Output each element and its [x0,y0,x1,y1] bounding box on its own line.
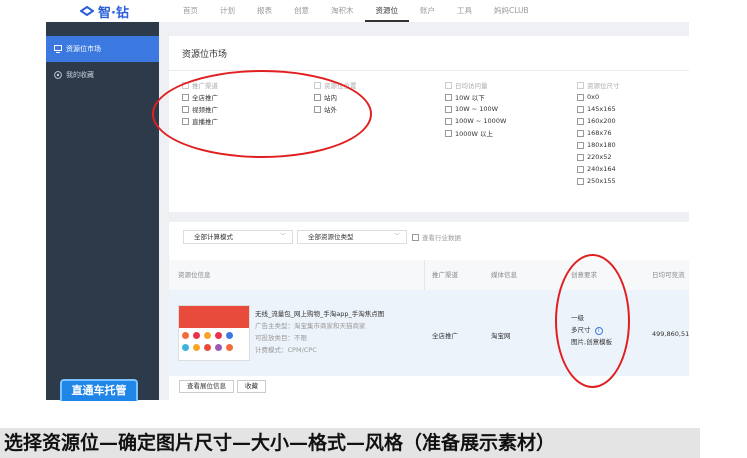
checkbox[interactable] [445,93,452,101]
nav-tools[interactable]: 工具 [446,0,483,22]
cell-channel: 全店推广 [432,332,458,340]
cell-media: 淘宝网 [491,332,511,340]
nav-creative[interactable]: 创意 [283,0,320,22]
checkbox[interactable] [445,105,452,113]
row-actions: 查看展位信息 收藏 [179,380,266,393]
filter-option[interactable]: 250x155 [577,175,620,187]
checkbox[interactable] [445,117,452,125]
top-navigation: 智·钻 首页 计划 报表 创意 淘积木 资源位 账户 工具 妈妈CLUB [0,0,747,22]
nav-home[interactable]: 首页 [172,0,209,22]
checkbox[interactable] [577,117,584,125]
checkbox[interactable] [412,233,419,241]
resource-title[interactable]: 无线_流量包_网上购物_手淘app_手淘焦点图 [255,308,384,320]
monitor-icon [54,45,62,53]
category: 可投放类目：不限 [255,334,307,342]
billing-mode: 计费模式：CPM/CPC [255,346,317,354]
filter-option[interactable]: 0x0 [577,91,620,103]
checkbox[interactable] [577,129,584,137]
sidebar: 资源位市场 我的收藏 直通车托管 [46,22,159,401]
logo[interactable]: 智·钻 [80,2,129,21]
checkbox[interactable] [445,81,452,89]
sidebar-item-label: 我的收藏 [66,71,94,79]
chevron-down-icon: ﹀ [393,233,400,240]
calc-mode-select[interactable]: 全部计算模式 ﹀ [183,230,293,244]
filter-option[interactable]: 1000W 以上 [445,127,506,139]
filter-option[interactable]: 220x52 [577,151,620,163]
cell-traffic: 499,860,51 [652,330,690,338]
col-channel: 推广渠道 [432,271,458,279]
checkbox[interactable] [577,177,584,185]
resource-info: 无线_流量包_网上购物_手淘app_手淘焦点图 广告主类型：淘宝集市商家和天猫商… [255,308,384,356]
filter-option[interactable]: 10W 以下 [445,91,506,103]
star-icon [54,71,62,79]
nav-taojimu[interactable]: 淘积木 [320,0,365,22]
checkbox[interactable] [577,153,584,161]
logo-icon [80,6,94,16]
filter-option[interactable]: 160x200 [577,115,620,127]
caption: 选择资源位—确定图片尺寸—大小—格式—风格（准备展示素材） [0,428,700,458]
checkbox[interactable] [577,81,584,89]
resource-type-select[interactable]: 全部资源位类型 ﹀ [297,230,407,244]
checkbox[interactable] [577,105,584,113]
chevron-down-icon: ﹀ [279,233,286,240]
checkbox[interactable] [577,141,584,149]
filter-option[interactable]: 240x164 [577,163,620,175]
nav-plan[interactable]: 计划 [209,0,246,22]
annotation-ellipse [152,70,372,158]
checkbox[interactable] [577,93,584,101]
checkbox[interactable] [577,165,584,173]
industry-data-toggle[interactable]: 查看行业数据 [412,232,461,242]
favorite-button[interactable]: 收藏 [237,380,266,393]
checkbox[interactable] [445,129,452,137]
filter-option[interactable]: 145x165 [577,103,620,115]
nav-tabs: 首页 计划 报表 创意 淘积木 资源位 账户 工具 妈妈CLUB [172,0,540,22]
advertiser-type: 广告主类型：淘宝集市商家和天猫商家 [255,322,366,330]
filter-visits: 日均访问量 10W 以下 10W ~ 100W 100W ~ 1000W 100… [445,79,506,139]
sidebar-item-resource-market[interactable]: 资源位市场 [46,36,159,62]
col-media: 媒体信息 [491,271,517,279]
filter-option[interactable]: 180x180 [577,139,620,151]
logo-text: 智·钻 [98,5,129,21]
sidebar-item-label: 资源位市场 [66,45,101,53]
col-traffic: 日均可竞流 [652,271,685,279]
filter-size: 资源位尺寸 0x0 145x165 160x200 168x76 180x180… [577,79,620,187]
nav-resource[interactable]: 资源位 [364,0,409,22]
filter-option[interactable]: 10W ~ 100W [445,103,506,115]
filter-option[interactable]: 168x76 [577,127,620,139]
nav-mama-club[interactable]: 妈妈CLUB [483,0,540,22]
nav-report[interactable]: 报表 [246,0,283,22]
resource-thumbnail [178,305,250,361]
divider [424,260,425,290]
filter-header[interactable]: 日均访问量 [445,79,506,91]
filter-header[interactable]: 资源位尺寸 [577,79,620,91]
page-title: 资源位市场 [182,50,228,60]
nav-account[interactable]: 账户 [409,0,446,22]
filter-option[interactable]: 100W ~ 1000W [445,115,506,127]
col-resource-info: 资源位信息 [178,271,211,279]
ztc-banner[interactable]: 直通车托管 [60,379,138,401]
annotation-ellipse [555,254,630,388]
view-position-button[interactable]: 查看展位信息 [179,380,234,393]
sidebar-item-favorites[interactable]: 我的收藏 [46,62,159,88]
